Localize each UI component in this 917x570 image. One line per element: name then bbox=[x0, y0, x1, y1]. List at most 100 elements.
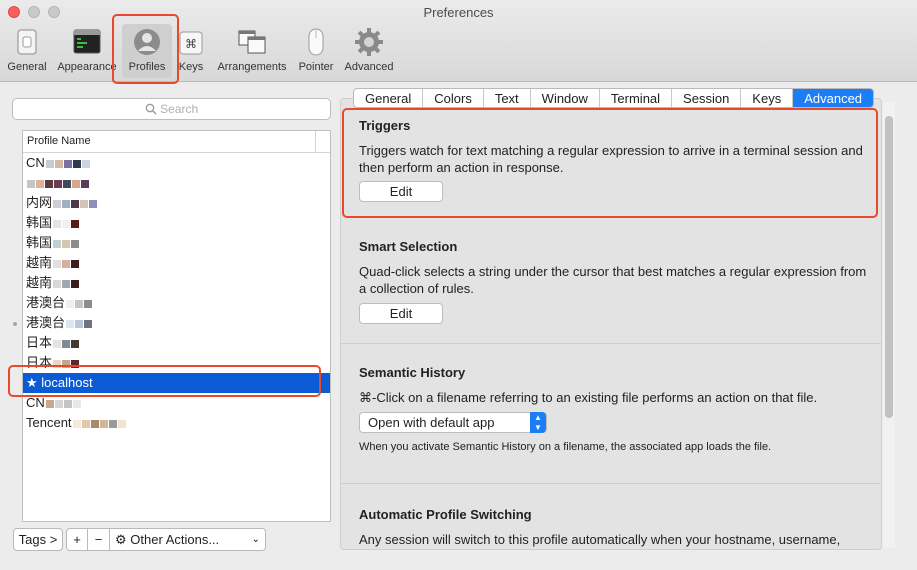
semantic-history-action-select[interactable]: Open with default app ▲ ▼ bbox=[359, 412, 547, 433]
window-arrangements-icon bbox=[238, 30, 266, 54]
semantic-history-description: ⌘-Click on a filename referring to an ex… bbox=[359, 390, 818, 405]
general-switch-icon bbox=[17, 29, 37, 55]
profile-row[interactable]: 越南 bbox=[23, 253, 330, 273]
smart-selection-description: Quad-click selects a string under the cu… bbox=[359, 264, 867, 296]
redacted-pixel-block bbox=[72, 180, 80, 188]
redacted-pixel-block bbox=[53, 200, 62, 208]
redacted-pixel-block bbox=[81, 420, 90, 428]
redacted-pixel-block bbox=[62, 220, 71, 228]
panel-scrollbar[interactable] bbox=[883, 102, 895, 548]
profile-row[interactable]: Tencent bbox=[23, 413, 330, 433]
profile-settings-tabs: General Colors Text Window Terminal Session Ke… bbox=[353, 88, 875, 108]
tab-advanced[interactable]: Advanced bbox=[793, 89, 874, 107]
redacted-pixel-block bbox=[89, 200, 98, 208]
redacted-pixel-block bbox=[62, 200, 71, 208]
smart-selection-edit-button[interactable]: Edit bbox=[359, 303, 443, 324]
redacted-pixel-block bbox=[75, 320, 84, 328]
tab-window[interactable]: Window bbox=[531, 89, 600, 107]
redacted-pixel-block bbox=[71, 340, 80, 348]
redacted-pixel-block bbox=[71, 200, 80, 208]
toolbar-arrangements[interactable]: Arrangements bbox=[213, 24, 291, 78]
profile-name-column-header: Profile Name bbox=[27, 135, 91, 147]
redacted-pixel-block bbox=[84, 320, 93, 328]
command-key-icon: ⌘ bbox=[179, 31, 203, 55]
redacted-pixel-block bbox=[53, 260, 62, 268]
profile-row[interactable]: CN bbox=[23, 153, 330, 173]
redacted-pixel-block bbox=[53, 340, 62, 348]
redacted-pixel-block bbox=[36, 180, 44, 188]
scrollbar-thumb[interactable] bbox=[885, 116, 893, 418]
gear-icon bbox=[355, 28, 383, 56]
redacted-pixel-block bbox=[117, 420, 126, 428]
redacted-pixel-block bbox=[63, 160, 72, 168]
redacted-pixel-block bbox=[71, 220, 80, 228]
redacted-pixel-block bbox=[53, 280, 62, 288]
chevron-down-icon: ⌄ bbox=[251, 534, 260, 545]
tags-button[interactable]: Tags > bbox=[13, 528, 63, 551]
profile-name: 越南 bbox=[26, 275, 53, 290]
profile-row[interactable]: 韩国 bbox=[23, 213, 330, 233]
redacted-pixel-block bbox=[63, 400, 72, 408]
popup-updown-icon: ▲ ▼ bbox=[530, 412, 546, 433]
profile-row[interactable]: 内网 bbox=[23, 193, 330, 213]
triggers-highlight-box bbox=[342, 108, 878, 218]
redacted-pixel-block bbox=[99, 420, 108, 428]
tab-keys[interactable]: Keys bbox=[741, 89, 794, 107]
profile-row[interactable]: 港澳台 bbox=[23, 313, 330, 333]
tab-colors[interactable]: Colors bbox=[423, 89, 484, 107]
profile-name: CN bbox=[26, 395, 45, 410]
mouse-icon bbox=[308, 28, 324, 56]
profile-list[interactable]: Profile Name CN 内网 韩国 韩国 越南 越南 港澳台 港澳台 日本 日本 ★ loc… bbox=[22, 130, 331, 522]
remove-profile-button[interactable]: − bbox=[88, 528, 110, 551]
redacted-pixel-block bbox=[108, 420, 117, 428]
profile-name: 韩国 bbox=[26, 215, 53, 230]
redacted-pixel-block bbox=[80, 200, 89, 208]
toolbar-pointer[interactable]: Pointer bbox=[296, 24, 336, 78]
profile-row[interactable]: 日本 bbox=[23, 333, 330, 353]
redacted-pixel-block bbox=[54, 400, 63, 408]
tab-session[interactable]: Session bbox=[672, 89, 742, 107]
redacted-pixel-block bbox=[71, 240, 80, 248]
other-actions-button[interactable]: ⚙ Other Actions... ⌄ bbox=[110, 528, 266, 551]
redacted-pixel-block bbox=[84, 300, 93, 308]
auto-profile-switching-description: Any session will switch to this profile … bbox=[359, 532, 841, 547]
redacted-pixel-block bbox=[72, 160, 81, 168]
profile-name: 越南 bbox=[26, 255, 53, 270]
redacted-pixel-block bbox=[45, 400, 54, 408]
redacted-pixel-block bbox=[71, 260, 80, 268]
profile-row[interactable]: 韩国 bbox=[23, 233, 330, 253]
redacted-pixel-block bbox=[62, 260, 71, 268]
section-divider bbox=[341, 343, 881, 344]
profile-name: CN bbox=[26, 155, 45, 170]
semantic-history-note: When you activate Semantic History on a … bbox=[359, 441, 772, 453]
redacted-pixel-block bbox=[53, 240, 62, 248]
svg-text:⌘: ⌘ bbox=[185, 37, 197, 51]
redacted-pixel-block bbox=[81, 160, 90, 168]
redacted-pixel-block bbox=[45, 180, 53, 188]
toolbar-advanced[interactable]: Advanced bbox=[342, 24, 396, 78]
profile-row[interactable]: 越南 bbox=[23, 273, 330, 293]
tab-terminal[interactable]: Terminal bbox=[600, 89, 673, 107]
tab-text[interactable]: Text bbox=[484, 89, 531, 107]
profile-name: 港澳台 bbox=[26, 315, 66, 330]
add-profile-button[interactable]: + bbox=[66, 528, 88, 551]
redacted-pixel-block bbox=[62, 280, 71, 288]
tab-general[interactable]: General bbox=[354, 89, 424, 107]
toolbar-appearance[interactable]: Appearance bbox=[55, 24, 119, 78]
redacted-pixel-block bbox=[71, 280, 80, 288]
profile-search-input[interactable]: Search bbox=[12, 98, 331, 120]
toolbar-general[interactable]: General bbox=[4, 24, 50, 78]
semantic-history-title: Semantic History bbox=[359, 365, 466, 380]
search-icon bbox=[145, 103, 157, 118]
profile-name: 内网 bbox=[26, 195, 53, 210]
profile-row[interactable]: 港澳台 bbox=[23, 293, 330, 313]
search-placeholder: Search bbox=[160, 102, 199, 116]
toolbar-keys[interactable]: ⌘ Keys bbox=[176, 24, 206, 78]
redacted-pixel-block bbox=[72, 420, 81, 428]
localhost-highlight-box bbox=[8, 365, 321, 397]
redacted-pixel-block bbox=[54, 160, 63, 168]
gear-icon: ⚙ bbox=[115, 533, 127, 548]
profile-name: Tencent bbox=[26, 415, 72, 430]
profile-row[interactable] bbox=[23, 173, 330, 193]
profile-list-header[interactable]: Profile Name bbox=[23, 131, 330, 153]
